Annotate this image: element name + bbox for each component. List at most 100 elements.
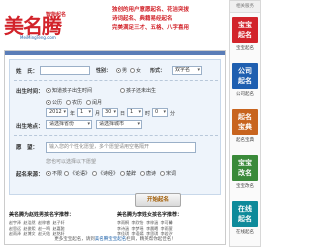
boy-names-title: 美名腾为赵姓男孩名字推荐： xyxy=(9,212,75,218)
calendar-leap-text: 闰月 xyxy=(92,100,103,106)
girl-names-list[interactable]: 李雨桐 李欣怡 李梓涵 李可馨 李诗涵 李梦瑶 李晨曦 李雨萱 李佳琪 李语嫣 … xyxy=(117,220,221,237)
sidebar-tile[interactable]: 公司 起名 xyxy=(232,63,258,89)
divider xyxy=(14,80,218,81)
footer-note: 更多宝宝起名，请到美名腾宝宝起名栏目，精英帮你起佳名！ xyxy=(4,236,226,242)
gender-female-radio[interactable] xyxy=(130,68,135,73)
birth-time-label: 出生时间： xyxy=(16,89,44,95)
sidebar-heading: 相关服务 xyxy=(230,1,260,13)
year-select[interactable]: 2012 xyxy=(46,108,68,117)
sidebar-tile[interactable]: 起名 宝典 xyxy=(232,109,258,135)
source-option-text: 《诗经》 xyxy=(98,171,119,177)
sidebar-caption[interactable]: 在线起名 xyxy=(232,229,258,235)
year-unit: 年 xyxy=(70,111,76,117)
source-option[interactable]: 宋词 xyxy=(160,170,176,177)
gender-male-text: 男 xyxy=(122,68,128,74)
form-type-select[interactable]: 双字名 xyxy=(172,66,202,75)
source-option-text: 《论语》 xyxy=(70,171,91,177)
calendar-solar-radio[interactable] xyxy=(46,100,51,105)
gender-male-radio[interactable] xyxy=(116,68,121,73)
source-label: 起名来源： xyxy=(16,172,44,178)
naming-form-panel: 姓 氏： 性别： 男 女 形式： 双字名 出生时间： 知道孩子出生时间 孩子还未… xyxy=(4,50,226,245)
sidebar-item-naming-guide[interactable]: 起名 宝典 起名宝典 xyxy=(232,109,258,143)
footer-prefix: 更多宝宝起名，请到 xyxy=(54,237,95,242)
form-type-label: 形式： xyxy=(150,68,166,74)
month-select[interactable]: 1 xyxy=(77,108,93,117)
source-option-text: 唐诗 xyxy=(146,171,157,177)
services-sidebar: 相关服务 宝宝 起名 宝宝起名 公司 起名 公司起名 起名 宝典 起名宝典 宝宝… xyxy=(229,0,261,247)
calendar-solar-text: 公历 xyxy=(52,100,63,106)
source-radio[interactable] xyxy=(140,171,145,176)
birth-unknown-option[interactable]: 孩子还未出生 xyxy=(120,87,156,94)
province-select[interactable]: 请选择省份 xyxy=(46,120,92,129)
site-logo[interactable]: 美名腾 智能起名 MeiMingTeng.com xyxy=(4,6,74,42)
sidebar-item-baby-rename[interactable]: 宝宝 改名 宝宝改名 xyxy=(232,155,258,189)
sidebar-tile[interactable]: 在线 起名 xyxy=(232,201,258,227)
header: 美名腾 智能起名 MeiMingTeng.com 独创的用户意愿起名、花洁突拔 … xyxy=(0,0,226,50)
source-radio[interactable] xyxy=(46,171,51,176)
minute-unit: 分 xyxy=(170,111,176,117)
city-select[interactable]: 请选择城市 xyxy=(96,120,142,129)
source-radio[interactable] xyxy=(120,171,125,176)
source-radio[interactable] xyxy=(160,171,165,176)
wish-input[interactable]: 输入您的个性化愿望，多个愿望请用空格隔开 xyxy=(46,142,196,153)
sidebar-tile[interactable]: 宝宝 起名 xyxy=(232,17,258,43)
sidebar-caption[interactable]: 宝宝改名 xyxy=(232,183,258,189)
source-option[interactable]: 《诗经》 xyxy=(92,170,118,177)
footer-link[interactable]: 美名腾宝宝起名 xyxy=(95,237,127,242)
panel-top-bar xyxy=(5,51,225,55)
naming-form: 姓 氏： 性别： 男 女 形式： 双字名 出生时间： 知道孩子出生时间 孩子还未… xyxy=(9,59,221,195)
girl-names-section: 美名腾为李姓女孩名字推荐： 李雨桐 李欣怡 李梓涵 李可馨 李诗涵 李梦瑶 李晨… xyxy=(117,211,221,237)
calendar-leap-option[interactable]: 闰月 xyxy=(86,99,102,106)
gender-label: 性别： xyxy=(96,68,112,74)
source-option[interactable]: 楚辞 xyxy=(120,170,136,177)
wish-note: 您也可以选择以下愿望 xyxy=(46,159,97,165)
slogan-line-1: 用户意愿起名、花洁突拔 xyxy=(128,7,190,13)
logo-url-text: MeiMingTeng.com xyxy=(20,35,56,40)
wish-label: 愿 望： xyxy=(16,145,39,151)
source-option[interactable]: 唐诗 xyxy=(140,170,156,177)
sidebar-item-company-naming[interactable]: 公司 起名 公司起名 xyxy=(232,63,258,97)
month-unit: 月 xyxy=(95,111,101,117)
sidebar-caption[interactable]: 公司起名 xyxy=(232,91,258,97)
page: 美名腾 智能起名 MeiMingTeng.com 独创的用户意愿起名、花洁突拔 … xyxy=(0,0,263,247)
source-option-text: 宋词 xyxy=(166,171,177,177)
start-naming-button[interactable]: 开始起名 xyxy=(135,193,181,207)
sidebar-item-baby-naming[interactable]: 宝宝 起名 宝宝起名 xyxy=(232,17,258,51)
calendar-leap-checkbox[interactable] xyxy=(86,100,91,105)
sidebar-item-online-naming[interactable]: 在线 起名 在线起名 xyxy=(232,201,258,235)
source-radio[interactable] xyxy=(64,171,69,176)
minute-select[interactable]: 0 xyxy=(152,108,168,117)
surname-label: 姓 氏： xyxy=(16,69,39,75)
hour-select[interactable]: 1 xyxy=(127,108,143,117)
divider xyxy=(14,135,218,136)
slogan-line-3: 完美满足三才、五格、八字喜用 xyxy=(112,25,190,31)
calendar-lunar-radio[interactable] xyxy=(66,100,71,105)
gender-female-text: 女 xyxy=(136,68,142,74)
birth-unknown-text: 孩子还未出生 xyxy=(126,88,157,94)
boy-names-list[interactable]: 赵宇泽 赵浩然 赵梓睿 赵子轩 赵思远 赵俊熙 赵一鸣 赵嘉懿 赵雨泽 赵博文 … xyxy=(9,220,113,237)
sidebar-tile[interactable]: 宝宝 改名 xyxy=(232,155,258,181)
birth-known-radio[interactable] xyxy=(46,88,51,93)
footer-suffix: 栏目，精英帮你起佳名！ xyxy=(126,237,176,242)
gender-female-option[interactable]: 女 xyxy=(130,67,141,74)
row-source: 起名来源： 不限 《论语》 《诗经》 楚辞 唐诗 宋词 xyxy=(10,167,222,181)
surname-input[interactable] xyxy=(40,66,90,75)
birth-known-option[interactable]: 知道孩子出生时间 xyxy=(46,87,92,94)
boy-names-section: 美名腾为赵姓男孩名字推荐： 赵宇泽 赵浩然 赵梓睿 赵子轩 赵思远 赵俊熙 赵一… xyxy=(9,211,113,237)
slogan-line-2: 诗词起名、典籍易经起名 xyxy=(112,16,173,22)
logo-brand-text: 智能起名 xyxy=(46,12,67,18)
calendar-lunar-option[interactable]: 农历 xyxy=(66,99,82,106)
sidebar-caption[interactable]: 宝宝起名 xyxy=(232,45,258,51)
sidebar-caption[interactable]: 起名宝典 xyxy=(232,137,258,143)
source-option[interactable]: 《论语》 xyxy=(64,170,90,177)
row-surname: 姓 氏： 性别： 男 女 形式： 双字名 xyxy=(10,64,222,78)
gender-male-option[interactable]: 男 xyxy=(116,67,127,74)
source-radio[interactable] xyxy=(92,171,97,176)
source-option[interactable]: 不限 xyxy=(46,170,62,177)
birth-unknown-radio[interactable] xyxy=(120,88,125,93)
calendar-solar-option[interactable]: 公历 xyxy=(46,99,62,106)
header-slogan: 独创的用户意愿起名、花洁突拔 诗词起名、典籍易经起名 完美满足三才、五格、八字喜… xyxy=(112,6,224,33)
day-select[interactable]: 30 xyxy=(102,108,118,117)
calendar-lunar-text: 农历 xyxy=(72,100,83,106)
row-birthplace: 出生地点： 请选择省份 请选择城市 xyxy=(10,119,222,133)
